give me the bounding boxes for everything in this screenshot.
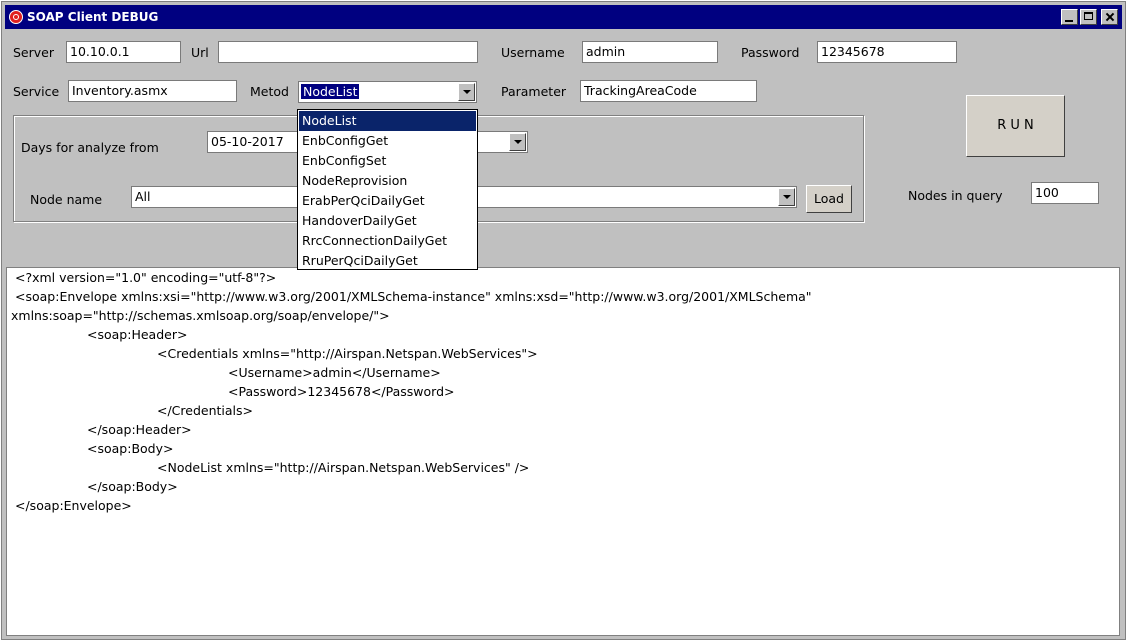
username-label: Username bbox=[501, 45, 565, 60]
xml-line: <?xml version="1.0" encoding="utf-8"?> bbox=[15, 270, 277, 285]
xml-request-textarea[interactable]: <?xml version="1.0" encoding="utf-8"?> <… bbox=[6, 267, 1120, 636]
parameter-label: Parameter bbox=[501, 84, 567, 99]
xml-line: xmlns:soap="http://schemas.xmlsoap.org/s… bbox=[11, 308, 390, 323]
nodes-in-query-input[interactable]: 100 bbox=[1031, 182, 1099, 204]
parameter-input[interactable]: TrackingAreaCode bbox=[580, 80, 757, 102]
url-label: Url bbox=[191, 45, 209, 60]
server-label: Server bbox=[13, 45, 54, 60]
url-input[interactable] bbox=[218, 41, 478, 63]
close-icon[interactable] bbox=[1101, 9, 1118, 25]
maximize-icon[interactable] bbox=[1080, 9, 1097, 25]
metod-option-enbconfigset[interactable]: EnbConfigSet bbox=[299, 151, 476, 171]
xml-line: <Password>12345678</Password> bbox=[228, 384, 455, 399]
service-input[interactable]: Inventory.asmx bbox=[68, 80, 237, 102]
xml-line: <soap:Body> bbox=[87, 441, 174, 456]
metod-option-rrcconnectiondailyget[interactable]: RrcConnectionDailyGet bbox=[299, 231, 476, 251]
metod-option-rruperqcidailyget[interactable]: RruPerQciDailyGet bbox=[299, 251, 476, 271]
server-input[interactable]: 10.10.0.1 bbox=[66, 41, 181, 63]
metod-option-handoverdailyget[interactable]: HandoverDailyGet bbox=[299, 211, 476, 231]
date-value: 05-10-2017 bbox=[211, 134, 284, 149]
xml-line: <NodeList xmlns="http://Airspan.Netspan.… bbox=[157, 460, 530, 475]
nodes-in-query-label: Nodes in query bbox=[908, 188, 1003, 203]
calendar-dropdown-icon[interactable] bbox=[509, 133, 526, 151]
app-logo-icon bbox=[9, 10, 23, 24]
metod-selected-value: NodeList bbox=[301, 84, 360, 99]
metod-option-erabperqcidailyget[interactable]: ErabPerQciDailyGet bbox=[299, 191, 476, 211]
metod-option-nodelist[interactable]: NodeList bbox=[299, 111, 476, 131]
chevron-down-icon[interactable] bbox=[778, 188, 795, 206]
password-input[interactable]: 12345678 bbox=[817, 41, 957, 63]
xml-line: </soap:Body> bbox=[87, 479, 178, 494]
run-button[interactable]: R U N bbox=[966, 95, 1065, 157]
xml-line: <soap:Header> bbox=[87, 327, 188, 342]
metod-dropdown-list: NodeList EnbConfigGet EnbConfigSet NodeR… bbox=[297, 109, 478, 270]
xml-line: <Credentials xmlns="http://Airspan.Netsp… bbox=[157, 346, 538, 361]
minimize-icon[interactable] bbox=[1061, 9, 1078, 25]
title-bar: SOAP Client DEBUG bbox=[5, 5, 1122, 29]
metod-option-enbconfigget[interactable]: EnbConfigGet bbox=[299, 131, 476, 151]
metod-select[interactable]: NodeList bbox=[298, 81, 477, 103]
xml-line: <soap:Envelope xmlns:xsi="http://www.w3.… bbox=[15, 289, 812, 304]
xml-line: </soap:Header> bbox=[87, 422, 192, 437]
window-title: SOAP Client DEBUG bbox=[27, 10, 159, 24]
metod-option-nodereprovision[interactable]: NodeReprovision bbox=[299, 171, 476, 191]
xml-line: </Credentials> bbox=[157, 403, 254, 418]
node-name-value: All bbox=[135, 189, 151, 204]
load-button[interactable]: Load bbox=[806, 185, 852, 213]
xml-line: <Username>admin</Username> bbox=[228, 365, 441, 380]
days-label: Days for analyze from bbox=[21, 140, 159, 155]
service-label: Service bbox=[13, 84, 60, 99]
username-input[interactable]: admin bbox=[582, 41, 718, 63]
xml-line: </soap:Envelope> bbox=[15, 498, 132, 513]
password-label: Password bbox=[741, 45, 800, 60]
chevron-down-icon[interactable] bbox=[458, 83, 475, 101]
node-name-label: Node name bbox=[30, 192, 103, 207]
metod-label: Metod bbox=[250, 84, 289, 99]
